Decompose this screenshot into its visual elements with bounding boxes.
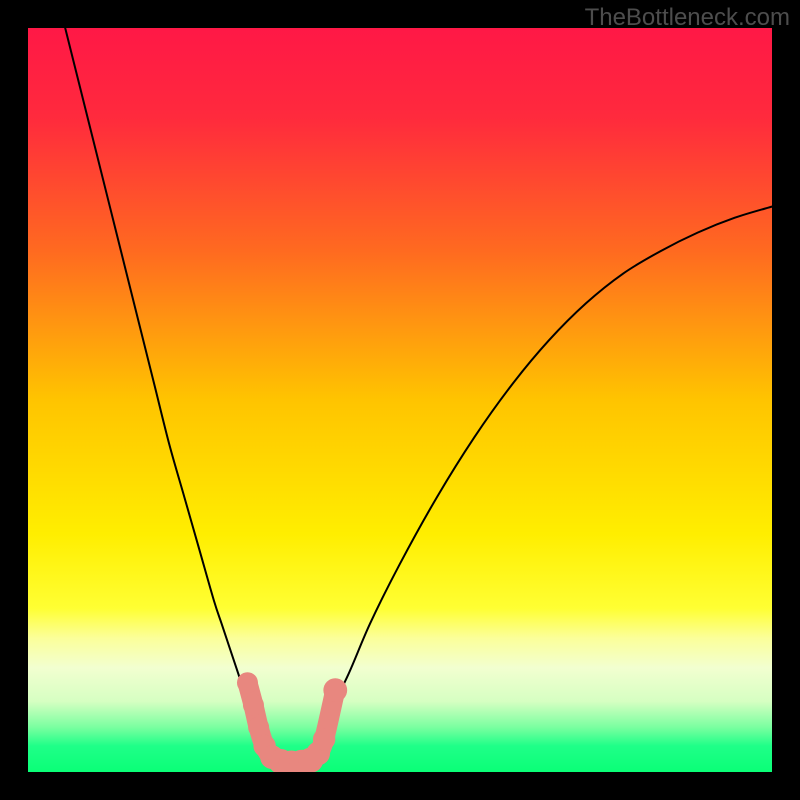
watermark-text: TheBottleneck.com: [585, 4, 790, 32]
marker-dot: [237, 672, 258, 693]
plot-area: [28, 28, 772, 772]
gradient-background: [28, 28, 772, 772]
marker-dot: [243, 695, 264, 716]
chart-svg: [28, 28, 772, 772]
marker-dot: [323, 678, 347, 702]
chart-frame: TheBottleneck.com: [0, 0, 800, 800]
marker-dot: [313, 728, 335, 750]
marker-dot: [248, 717, 269, 738]
